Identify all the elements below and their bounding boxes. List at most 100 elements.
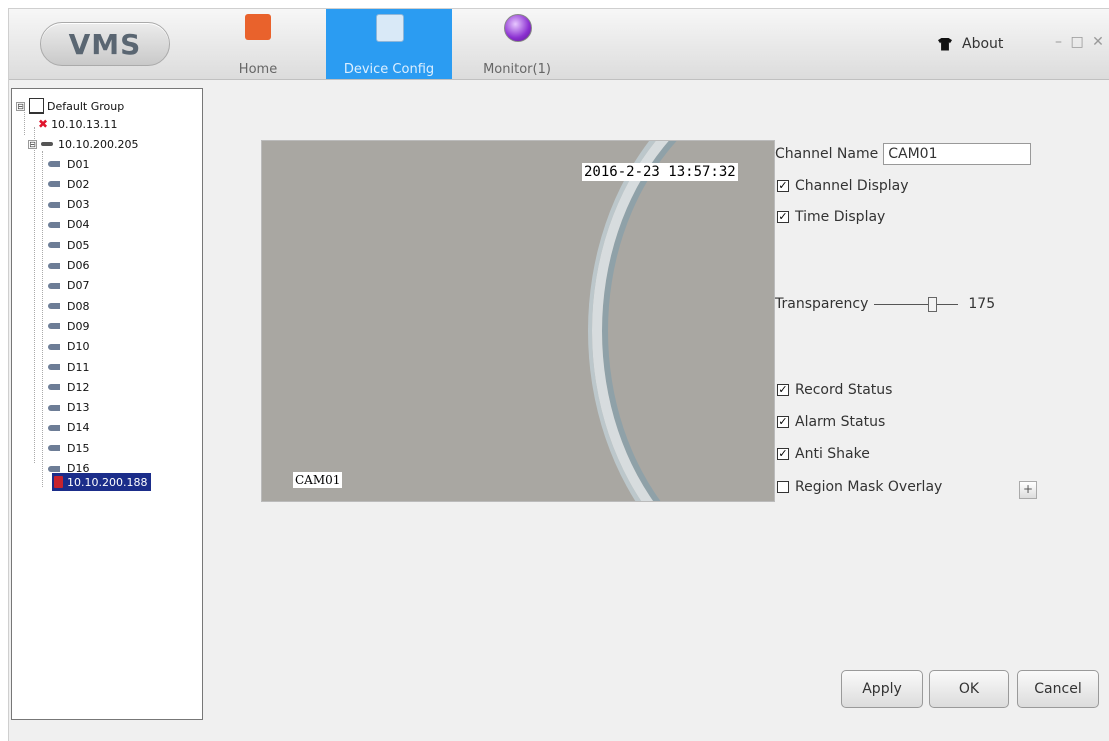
apply-button[interactable]: Apply — [841, 670, 923, 708]
tree-guide-line — [34, 127, 35, 463]
shirt-icon — [938, 37, 952, 51]
tree-channel-item[interactable]: D15 — [48, 439, 89, 457]
tree-channel-label: D11 — [67, 360, 90, 374]
nvr-device-icon — [41, 142, 53, 146]
tree-channel-item[interactable]: D14 — [48, 419, 89, 437]
tree-device-offline[interactable]: ✖ 10.10.13.11 — [38, 115, 118, 133]
camera-icon — [48, 404, 60, 411]
window-controls[interactable]: – □ ✕ — [1055, 34, 1106, 50]
tree-channel-item[interactable]: D11 — [48, 358, 89, 376]
tree-channel-label: D05 — [67, 238, 90, 252]
camera-dome-edge — [592, 141, 774, 501]
tree-root-label: Default Group — [47, 99, 125, 113]
collapse-icon[interactable]: ⊟ — [28, 139, 37, 149]
device-config-icon — [376, 14, 404, 42]
slider-track — [874, 304, 959, 305]
tree-channel-label: D09 — [67, 319, 90, 333]
camera-icon — [48, 364, 60, 370]
tree-channel-label: D15 — [67, 441, 90, 455]
anti-shake-checkbox[interactable]: ✓ — [777, 448, 789, 460]
group-icon — [29, 98, 44, 114]
monitor-icon — [504, 14, 532, 42]
tree-channel-label: D13 — [67, 401, 90, 415]
region-mask-checkbox[interactable] — [777, 481, 789, 493]
time-display-label: Time Display — [795, 209, 886, 225]
osd-channel-name[interactable]: CAM01 — [293, 472, 343, 488]
tree-channel-item[interactable]: D09 — [48, 317, 89, 335]
record-status-label: Record Status — [795, 382, 893, 398]
anti-shake-row[interactable]: ✓ Anti Shake — [777, 446, 870, 462]
time-display-row[interactable]: ✓ Time Display — [777, 209, 885, 225]
tree-channel-item[interactable]: D01 — [48, 155, 89, 173]
alarm-status-label: Alarm Status — [795, 414, 886, 430]
tab-device-config-label: Device Config — [343, 62, 435, 77]
cancel-button[interactable]: Cancel — [1017, 670, 1099, 708]
tree-device-label: 10.10.13.11 — [51, 117, 118, 131]
camera-icon — [48, 161, 60, 167]
tree-channel-item[interactable]: D12 — [48, 378, 89, 396]
channel-display-row[interactable]: ✓ Channel Display — [777, 178, 909, 194]
camera-icon — [48, 221, 60, 228]
camera-icon — [48, 424, 60, 431]
ok-button[interactable]: OK — [929, 670, 1009, 708]
collapse-icon[interactable]: ⊟ — [16, 101, 25, 111]
camera-icon — [48, 262, 60, 269]
transparency-label: Transparency — [775, 296, 869, 312]
camera-icon — [48, 384, 60, 391]
tree-device-label: 10.10.200.205 — [58, 137, 139, 151]
top-toolbar: VMS Home Device Config Monitor(1) About … — [9, 9, 1109, 80]
tree-channel-item[interactable]: D02 — [48, 175, 89, 193]
tree-guide-line — [42, 151, 43, 487]
device-tree[interactable]: ⊟ Default Group ✖ 10.10.13.11 ⊟ 10.10.20… — [11, 88, 203, 720]
camera-icon — [48, 343, 60, 350]
offline-x-icon: ✖ — [38, 117, 49, 131]
record-status-checkbox[interactable]: ✓ — [777, 384, 789, 396]
camera-icon — [48, 323, 60, 330]
region-mask-add-button[interactable]: + — [1019, 481, 1037, 499]
slider-thumb[interactable] — [928, 297, 938, 312]
tree-channel-label: D02 — [67, 177, 90, 191]
region-mask-row[interactable]: Region Mask Overlay — [777, 479, 942, 495]
tree-channel-label: D08 — [67, 299, 90, 313]
channel-name-row: Channel Name — [775, 143, 1032, 165]
channel-display-checkbox[interactable]: ✓ — [777, 180, 789, 192]
tree-device-online[interactable]: ⊟ 10.10.200.205 — [28, 135, 138, 153]
tree-channel-item[interactable]: D04 — [48, 216, 89, 234]
tree-channel-label: D01 — [67, 157, 90, 171]
video-preview[interactable]: 2016-2-23 13:57:32 CAM01 — [261, 140, 775, 502]
osd-timestamp[interactable]: 2016-2-23 13:57:32 — [582, 163, 738, 181]
dvr-device-icon — [54, 476, 63, 488]
camera-icon — [48, 282, 60, 289]
tree-channel-item[interactable]: D10 — [48, 338, 89, 356]
channel-name-label: Channel Name — [775, 146, 879, 162]
anti-shake-label: Anti Shake — [795, 446, 870, 462]
transparency-slider[interactable] — [874, 297, 959, 312]
camera-icon — [48, 465, 60, 472]
tree-channel-item[interactable]: D13 — [48, 399, 89, 417]
tree-channel-item[interactable]: D05 — [48, 236, 89, 254]
camera-icon — [48, 201, 60, 208]
record-status-row[interactable]: ✓ Record Status — [777, 382, 892, 398]
tree-device-selected[interactable]: 10.10.200.188 — [52, 473, 152, 491]
tree-root-group[interactable]: ⊟ Default Group — [16, 97, 124, 115]
transparency-row: Transparency 175 — [775, 296, 995, 312]
tab-home[interactable]: Home — [233, 9, 283, 79]
tree-channel-item[interactable]: D07 — [48, 277, 89, 295]
camera-icon — [48, 181, 60, 188]
tree-device-label: 10.10.200.188 — [67, 475, 148, 489]
tab-monitor[interactable]: Monitor(1) — [474, 9, 560, 79]
alarm-status-row[interactable]: ✓ Alarm Status — [777, 414, 885, 430]
tree-channel-item[interactable]: D03 — [48, 196, 89, 214]
about-button[interactable]: About — [938, 36, 1003, 52]
time-display-checkbox[interactable]: ✓ — [777, 211, 789, 223]
home-icon — [245, 14, 271, 40]
tab-device-config[interactable]: Device Config — [326, 9, 452, 79]
alarm-status-checkbox[interactable]: ✓ — [777, 416, 789, 428]
tree-channel-label: D03 — [67, 198, 90, 212]
tree-channel-item[interactable]: D08 — [48, 297, 89, 315]
tree-channel-item[interactable]: D06 — [48, 257, 89, 275]
selected-device-highlight: 10.10.200.188 — [52, 473, 152, 491]
channel-name-input[interactable] — [883, 143, 1032, 165]
transparency-value: 175 — [968, 296, 996, 312]
region-mask-label: Region Mask Overlay — [795, 479, 943, 495]
